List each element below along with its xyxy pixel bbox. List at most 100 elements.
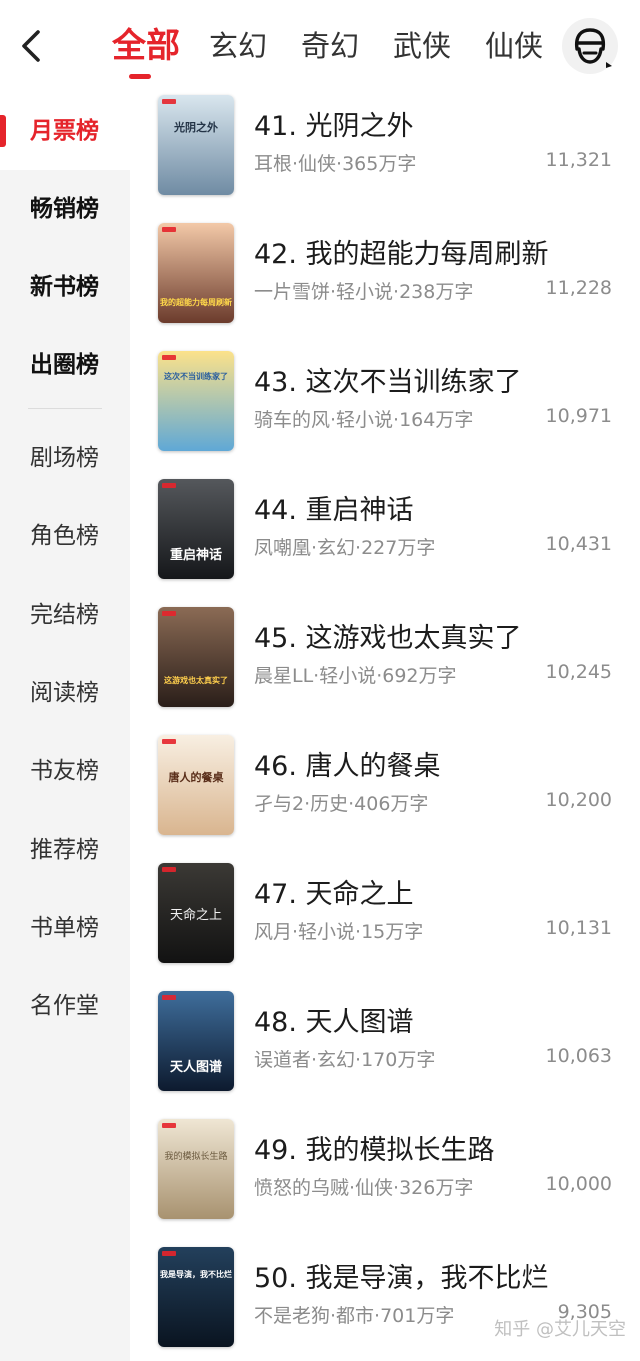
tab-xuanhuan[interactable]: 玄幻 [192,0,284,92]
book-title[interactable]: 42. 我的超能力每周刷新 [254,232,549,271]
sidebar-item-label: 书单榜 [30,915,99,941]
book-cover[interactable]: 这次不当训练家了 [158,351,234,451]
book-cover[interactable]: 天人图谱 [158,991,234,1091]
book-row[interactable]: 天人图谱 48. 天人图谱 误道者·玄幻·170万字 10,063 [130,988,640,1116]
book-meta: 孑与2·历史·406万字 [254,793,429,815]
sidebar-item-label: 名作堂 [30,993,99,1019]
tab-label: 玄幻 [208,29,267,63]
svg-text:我是导演，我不比烂: 我是导演，我不比烂 [160,1269,232,1279]
book-meta: 耳根·仙侠·365万字 [254,153,417,175]
sidebar-item-label: 阅读榜 [30,680,99,706]
tab-active-indicator [129,74,151,79]
sidebar-item-monthly-ticket[interactable]: 月票榜 [0,92,130,170]
svg-text:天人图谱: 天人图谱 [170,1059,222,1075]
sidebar-item-completed[interactable]: 完结榜 [0,576,130,654]
book-cover[interactable]: 我的模拟长生路 [158,1119,234,1219]
book-row[interactable]: 光阴之外 41. 光阴之外 耳根·仙侠·365万字 11,321 [130,92,640,220]
tab-label: 奇幻 [300,29,359,63]
tab-label: 仙侠 [484,29,543,63]
user-avatar-icon [574,28,612,68]
svg-text:重启神话: 重启神话 [170,547,222,563]
sidebar-item-label: 月票榜 [30,118,99,144]
book-meta: 晨星LL·轻小说·692万字 [254,665,457,687]
svg-text:光阴之外: 光阴之外 [173,120,218,134]
tab-qihuan[interactable]: 奇幻 [284,0,376,92]
sidebar-item-label: 新书榜 [30,274,99,300]
sidebar-item-label: 角色榜 [30,523,99,549]
svg-text:我的超能力每周刷新: 我的超能力每周刷新 [160,297,232,307]
book-meta: 愤怒的乌贼·仙侠·326万字 [254,1177,474,1199]
monthly-ticket-count: 10,131 [545,917,612,939]
tab-all[interactable]: 全部 [100,0,192,92]
tab-label: 全部 [112,26,180,66]
book-row[interactable]: 重启神话 44. 重启神话 凤嘲凰·玄幻·227万字 10,431 [130,476,640,604]
sidebar-item-label: 书友榜 [30,758,99,784]
sidebar-item-label: 剧场榜 [30,445,99,471]
book-meta: 一片雪饼·轻小说·238万字 [254,281,474,303]
book-row[interactable]: 我的超能力每周刷新 42. 我的超能力每周刷新 一片雪饼·轻小说·238万字 1… [130,220,640,348]
svg-text:唐人的餐桌: 唐人的餐桌 [169,770,225,784]
book-cover[interactable]: 重启神话 [158,479,234,579]
tab-label: 武侠 [392,29,451,63]
book-cover[interactable]: 我是导演，我不比烂 [158,1247,234,1347]
sidebar-item-booklist[interactable]: 书单榜 [0,889,130,967]
sidebar-item-breakout[interactable]: 出圈榜 [0,326,130,404]
book-list: 光阴之外 41. 光阴之外 耳根·仙侠·365万字 11,321 我的超能力每周… [130,92,640,1361]
tab-xianxia[interactable]: 仙侠 [468,0,560,92]
book-title[interactable]: 48. 天人图谱 [254,1000,414,1039]
book-row[interactable]: 天命之上 47. 天命之上 风月·轻小说·15万字 10,131 [130,860,640,988]
sidebar-item-label: 畅销榜 [30,196,99,222]
book-row[interactable]: 这游戏也太真实了 45. 这游戏也太真实了 晨星LL·轻小说·692万字 10,… [130,604,640,732]
active-marker [0,115,6,147]
sidebar-item-reading[interactable]: 阅读榜 [0,654,130,732]
book-cover[interactable]: 唐人的餐桌 [158,735,234,835]
category-tabs: 全部 玄幻 奇幻 武侠 仙侠 [100,0,560,92]
sidebar-item-theater[interactable]: 剧场榜 [0,419,130,497]
sidebar-item-friends[interactable]: 书友榜 [0,732,130,810]
book-title[interactable]: 47. 天命之上 [254,872,414,911]
book-row[interactable]: 唐人的餐桌 46. 唐人的餐桌 孑与2·历史·406万字 10,200 [130,732,640,860]
monthly-ticket-count: 10,245 [545,661,612,683]
svg-text:我的模拟长生路: 我的模拟长生路 [164,1150,227,1162]
avatar-button[interactable] [562,18,618,74]
book-cover[interactable]: 这游戏也太真实了 [158,607,234,707]
book-meta: 风月·轻小说·15万字 [254,921,424,943]
book-row[interactable]: 我的模拟长生路 49. 我的模拟长生路 愤怒的乌贼·仙侠·326万字 10,00… [130,1116,640,1244]
book-meta: 凤嘲凰·玄幻·227万字 [254,537,436,559]
sidebar-item-label: 推荐榜 [30,837,99,863]
tab-wuxia[interactable]: 武侠 [376,0,468,92]
chevron-left-icon [22,30,40,62]
top-bar: 全部 玄幻 奇幻 武侠 仙侠 [0,0,640,92]
book-title[interactable]: 44. 重启神话 [254,488,414,527]
book-title[interactable]: 49. 我的模拟长生路 [254,1128,495,1167]
book-title[interactable]: 45. 这游戏也太真实了 [254,616,522,655]
book-title[interactable]: 46. 唐人的餐桌 [254,744,441,783]
ranking-sidebar: 月票榜 畅销榜 新书榜 出圈榜 剧场榜 角色榜 完结榜 阅读榜 书友榜 推荐榜 [0,92,130,1361]
sidebar-item-characters[interactable]: 角色榜 [0,497,130,575]
sidebar-item-bestseller[interactable]: 畅销榜 [0,170,130,248]
monthly-ticket-count: 10,000 [545,1173,612,1195]
sidebar-item-label: 出圈榜 [30,352,99,378]
book-row[interactable]: 我是导演，我不比烂 50. 我是导演，我不比烂 不是老狗·都市·701万字 9,… [130,1244,640,1361]
sidebar-divider [28,408,102,409]
sidebar-item-new-books[interactable]: 新书榜 [0,248,130,326]
sidebar-item-label: 完结榜 [30,602,99,628]
sidebar-item-hall-of-fame[interactable]: 名作堂 [0,967,130,1045]
sidebar-item-recommend[interactable]: 推荐榜 [0,811,130,889]
svg-text:天命之上: 天命之上 [170,907,222,923]
monthly-ticket-count: 10,063 [545,1045,612,1067]
svg-text:这次不当训练家了: 这次不当训练家了 [164,371,228,381]
book-title[interactable]: 43. 这次不当训练家了 [254,360,522,399]
book-cover[interactable]: 光阴之外 [158,95,234,195]
book-cover[interactable]: 天命之上 [158,863,234,963]
back-button[interactable] [14,26,50,66]
monthly-ticket-count: 11,321 [545,149,612,171]
book-row[interactable]: 这次不当训练家了 43. 这次不当训练家了 骑车的风·轻小说·164万字 10,… [130,348,640,476]
svg-text:这游戏也太真实了: 这游戏也太真实了 [164,675,228,685]
book-meta: 不是老狗·都市·701万字 [254,1305,455,1327]
monthly-ticket-count: 11,228 [545,277,612,299]
book-title[interactable]: 41. 光阴之外 [254,104,414,143]
app-root: 全部 玄幻 奇幻 武侠 仙侠 月票榜 畅销榜 新书榜 出圈榜 剧场榜 角色榜 完… [0,0,640,1361]
book-title[interactable]: 50. 我是导演，我不比烂 [254,1256,549,1295]
book-cover[interactable]: 我的超能力每周刷新 [158,223,234,323]
